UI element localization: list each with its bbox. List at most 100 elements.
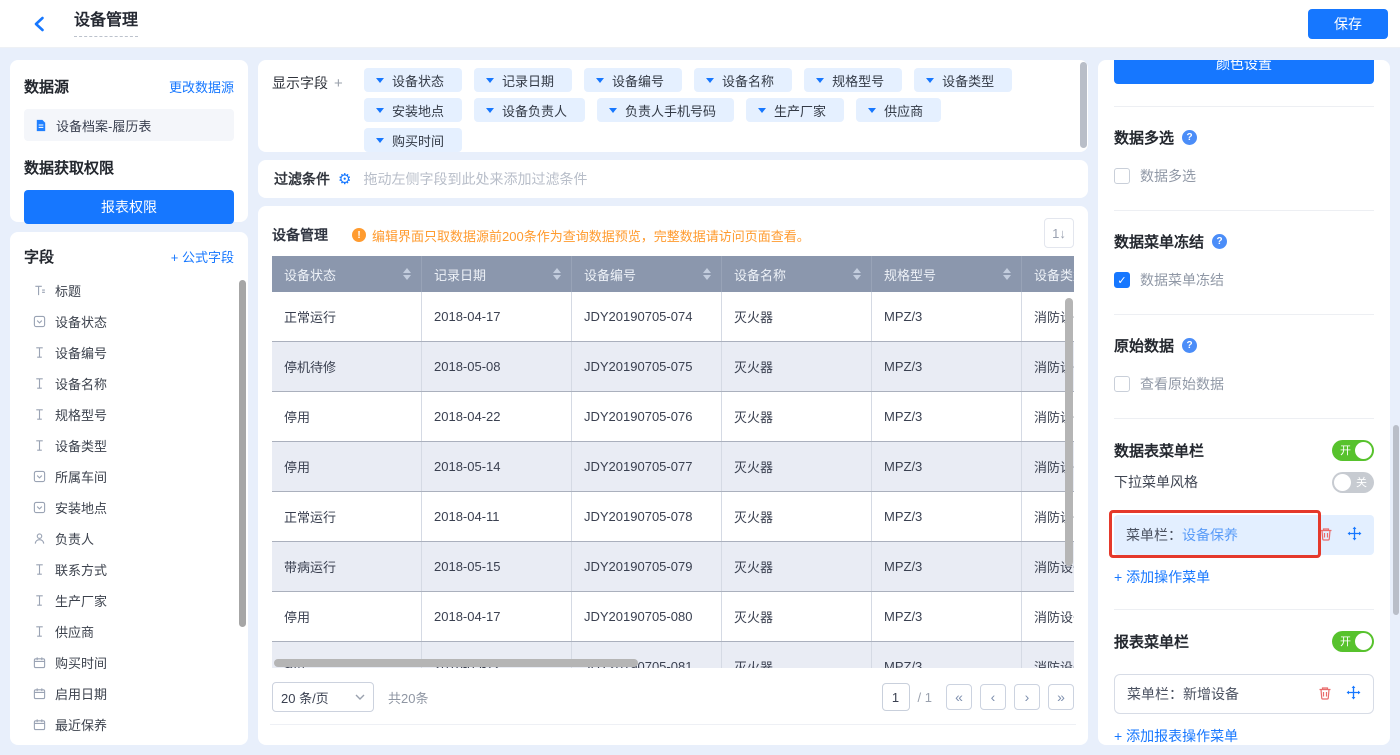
field-item-owner[interactable]: 负责人 — [24, 523, 234, 554]
save-button[interactable]: 保存 — [1308, 8, 1388, 39]
page-number-input[interactable]: 1 — [881, 683, 910, 711]
report-menu-toggle[interactable]: 开 — [1332, 630, 1374, 652]
field-tag[interactable]: 设备类型 — [914, 68, 1013, 92]
field-tag[interactable]: 设备状态 — [364, 68, 463, 92]
field-tag[interactable]: 记录日期 — [474, 68, 573, 92]
settings-scrollbar[interactable] — [1393, 425, 1399, 615]
field-item-workshop[interactable]: 所属车间 — [24, 461, 234, 492]
field-item-device-name[interactable]: 设备名称 — [24, 368, 234, 399]
trash-icon[interactable] — [1318, 686, 1332, 703]
toggle-knob — [1355, 441, 1372, 459]
field-item-title[interactable]: 标题 — [24, 275, 234, 306]
add-action-menu-link[interactable]: + 添加操作菜单 — [1114, 567, 1374, 587]
cell: MPZ/3 — [872, 442, 1022, 491]
field-tag-label: 设备类型 — [942, 73, 995, 89]
field-item-location[interactable]: 安装地点 — [24, 492, 234, 523]
column-header[interactable]: 设备编号 — [572, 256, 722, 292]
cell: 正常运行 — [272, 492, 422, 541]
column-header[interactable]: 规格型号 — [872, 256, 1022, 292]
sort-arrows-icon — [853, 268, 861, 280]
field-label: 购买时间 — [55, 656, 108, 671]
field-label: 供应商 — [55, 625, 95, 640]
field-tag[interactable]: 规格型号 — [804, 68, 903, 92]
table-menu-toggle[interactable]: 开 — [1332, 439, 1374, 461]
next-page-button[interactable]: › — [1014, 684, 1040, 710]
first-page-button[interactable]: « — [946, 684, 972, 710]
field-tag[interactable]: 购买时间 — [364, 128, 463, 152]
fields-scrollbar[interactable] — [239, 280, 246, 627]
help-icon[interactable]: ? — [1212, 234, 1228, 249]
menu-item-prefix: 菜单栏： — [1127, 686, 1183, 702]
column-header[interactable]: 设备状态 — [272, 256, 422, 292]
field-item-device-type[interactable]: 设备类型 — [24, 430, 234, 461]
filter-placeholder: 拖动左侧字段到此处来添加过滤条件 — [363, 171, 588, 187]
menu-freeze-checkbox[interactable]: ✓ 数据菜单冻结 — [1114, 270, 1374, 290]
field-item-contact[interactable]: 联系方式 — [24, 554, 234, 585]
chevron-down-icon — [596, 77, 605, 83]
menu-item-value[interactable]: 新增设备 — [1183, 686, 1239, 702]
field-item-manufacturer[interactable]: 生产厂家 — [24, 585, 234, 616]
move-icon[interactable] — [1346, 685, 1361, 703]
field-item-last-maintenance[interactable]: 最近保养 — [24, 709, 234, 740]
raw-data-checkbox[interactable]: 查看原始数据 — [1114, 374, 1374, 394]
field-item-spec[interactable]: 规格型号 — [24, 399, 234, 430]
field-tag[interactable]: 设备名称 — [694, 68, 793, 92]
field-tag[interactable]: 设备编号 — [584, 68, 683, 92]
field-tag-label: 设备状态 — [392, 73, 445, 89]
move-icon[interactable] — [1347, 526, 1362, 544]
field-item-enable-date[interactable]: 启用日期 — [24, 678, 234, 709]
main-panel-scrollbar[interactable] — [1080, 62, 1087, 148]
column-header[interactable]: 设备名称 — [722, 256, 872, 292]
report-permission-button[interactable]: 报表权限 — [24, 190, 234, 224]
menu-bar-item-new-device[interactable]: 菜单栏：新增设备 — [1114, 674, 1374, 714]
formula-field-link[interactable]: + 公式字段 — [171, 247, 234, 266]
page-size-select[interactable]: 20 条/页 — [272, 682, 374, 712]
help-icon[interactable]: ? — [1182, 130, 1198, 145]
menu-item-value[interactable]: 设备保养 — [1182, 527, 1238, 543]
column-header[interactable]: 设备类型 — [1022, 256, 1074, 292]
sort-order-icon[interactable]: 1↓ — [1044, 218, 1074, 248]
multi-select-checkbox[interactable]: 数据多选 — [1114, 166, 1374, 186]
table-vertical-scrollbar[interactable] — [1065, 298, 1073, 566]
filter-label: 过滤条件 — [274, 171, 330, 187]
page-title: 设备管理 — [74, 11, 139, 37]
add-display-field-button[interactable]: + — [334, 75, 343, 92]
help-icon[interactable]: ? — [1182, 338, 1198, 353]
cell: MPZ/3 — [872, 292, 1022, 341]
cell: MPZ/3 — [872, 642, 1022, 668]
divider — [1114, 314, 1374, 315]
change-datasource-link[interactable]: 更改数据源 — [169, 77, 234, 96]
datasource-item[interactable]: 设备档案-履历表 — [24, 109, 234, 141]
column-header[interactable]: 记录日期 — [422, 256, 572, 292]
field-tag[interactable]: 生产厂家 — [746, 98, 845, 122]
field-item-device-status[interactable]: 设备状态 — [24, 306, 234, 337]
cell: JDY20190705-077 — [572, 442, 722, 491]
column-label: 设备类型 — [1034, 267, 1074, 283]
field-tag[interactable]: 设备负责人 — [474, 98, 586, 122]
text-icon — [32, 408, 46, 422]
divider — [270, 724, 1076, 725]
field-tag[interactable]: 负责人手机号码 — [597, 98, 735, 122]
field-tag[interactable]: 安装地点 — [364, 98, 463, 122]
field-tag[interactable]: 供应商 — [856, 98, 942, 122]
color-settings-button[interactable]: 颜色设置 — [1114, 60, 1374, 84]
field-item-supplier[interactable]: 供应商 — [24, 616, 234, 647]
cell: 停用 — [272, 592, 422, 641]
prev-page-button[interactable]: ‹ — [980, 684, 1006, 710]
last-page-button[interactable]: » — [1048, 684, 1074, 710]
field-label: 设备编号 — [55, 346, 108, 361]
gear-icon[interactable]: ⚙ — [338, 172, 351, 187]
text-icon — [32, 563, 46, 577]
cell: 灭火器 — [722, 492, 872, 541]
dropdown-style-toggle[interactable]: 关 — [1332, 471, 1374, 493]
add-report-menu-link[interactable]: + 添加报表操作菜单 — [1114, 726, 1374, 745]
page-count: / 1 — [917, 689, 932, 705]
back-icon[interactable] — [26, 11, 52, 37]
table-horizontal-scrollbar[interactable] — [274, 659, 638, 667]
field-item-device-no[interactable]: 设备编号 — [24, 337, 234, 368]
trash-icon[interactable] — [1319, 527, 1333, 544]
chevron-down-icon — [816, 77, 825, 83]
filter-dropzone[interactable]: 过滤条件 ⚙ 拖动左侧字段到此处来添加过滤条件 — [258, 160, 1088, 198]
menu-bar-item-maintenance[interactable]: 菜单栏：设备保养 — [1109, 510, 1374, 558]
field-item-purchase-date[interactable]: 购买时间 — [24, 647, 234, 678]
